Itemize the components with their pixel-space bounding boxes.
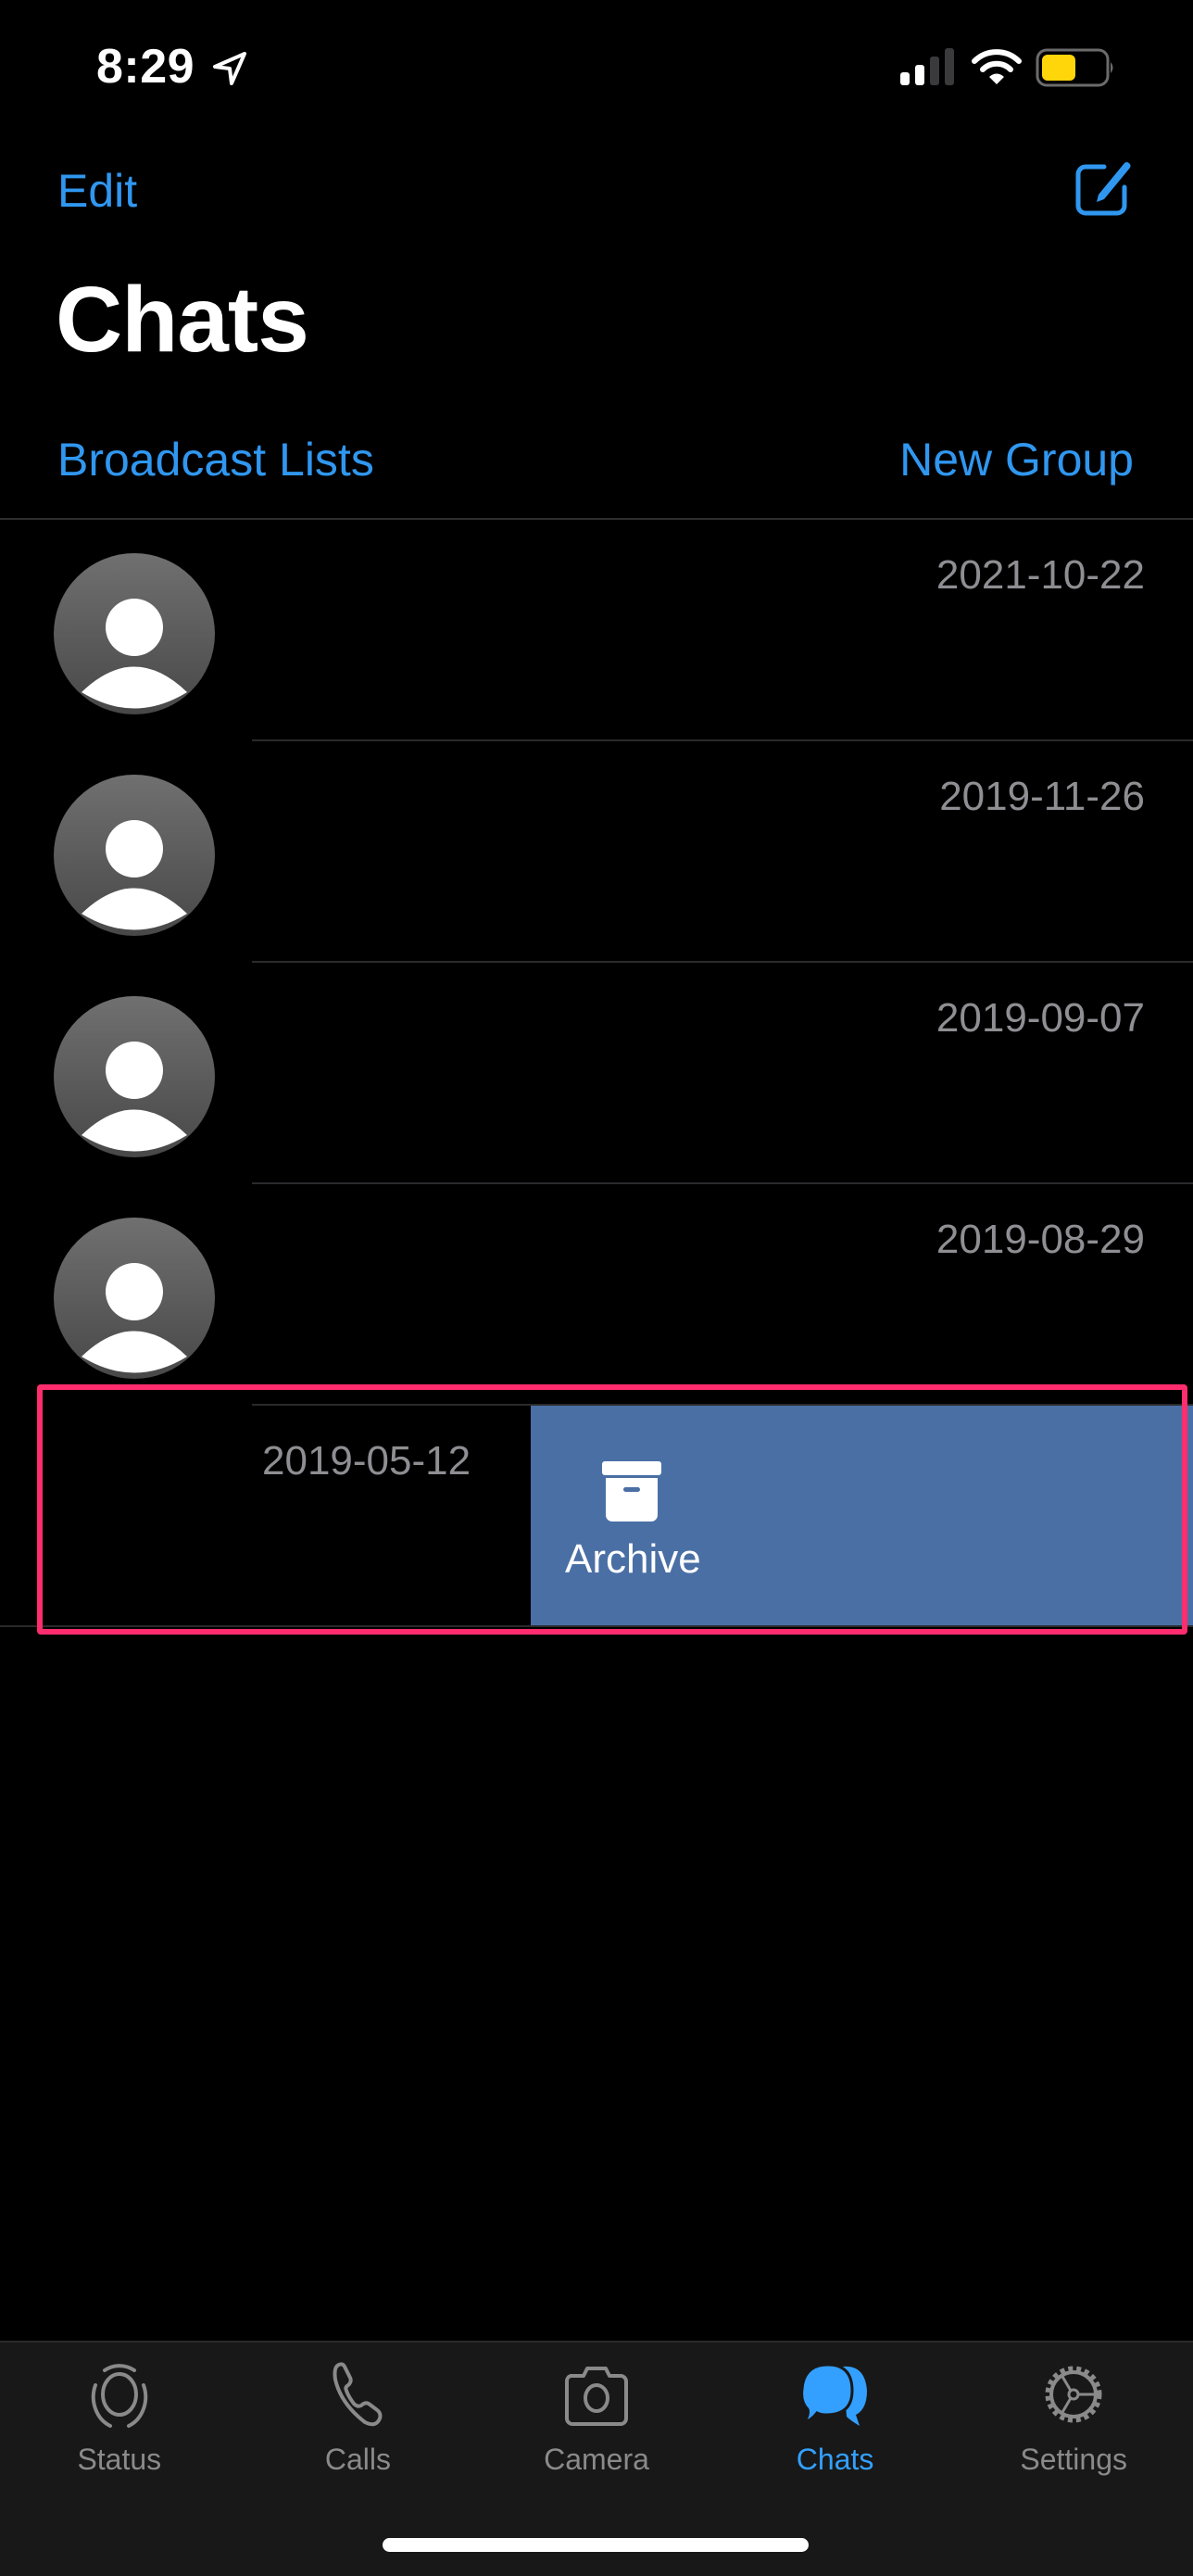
default-avatar-icon — [54, 996, 215, 1157]
default-avatar-icon — [54, 775, 215, 936]
status-time: 8:29 — [96, 40, 195, 94]
tab-label: Settings — [1020, 2443, 1127, 2476]
tab-label: Status — [77, 2443, 162, 2476]
location-arrow-icon — [213, 52, 246, 85]
page-title: Chats — [56, 268, 309, 372]
tab-camera[interactable]: Camera — [477, 2359, 716, 2489]
home-indicator[interactable] — [383, 2538, 809, 2552]
tab-chats[interactable]: Chats — [716, 2359, 955, 2489]
default-avatar-icon — [54, 1218, 215, 1379]
chat-bubbles-icon — [799, 2363, 867, 2426]
tab-calls[interactable]: Calls — [239, 2359, 478, 2489]
tab-status[interactable]: Status — [0, 2359, 239, 2489]
archive-label: Archive — [565, 1536, 701, 1582]
row-divider — [0, 1625, 1193, 1627]
chat-row[interactable]: 2019-08-29 — [0, 1184, 1193, 1406]
battery-icon — [1036, 48, 1113, 87]
tab-label: Calls — [324, 2443, 391, 2476]
default-avatar-icon — [54, 553, 215, 714]
tab-label: Camera — [544, 2443, 649, 2476]
chat-date: 2019-08-29 — [936, 1217, 1145, 1262]
phone-icon — [333, 2362, 383, 2427]
camera-icon — [564, 2367, 628, 2426]
chat-date: 2019-09-07 — [936, 995, 1145, 1041]
archive-button[interactable]: Archive — [531, 1406, 1193, 1625]
chat-date: 2019-05-12 — [262, 1438, 471, 1484]
compose-icon[interactable] — [1073, 156, 1136, 219]
chat-row[interactable]: 2019-11-26 — [0, 741, 1193, 963]
status-icon — [91, 2364, 147, 2428]
tab-settings[interactable]: Settings — [954, 2359, 1193, 2489]
broadcast-lists-link[interactable]: Broadcast Lists — [57, 432, 374, 487]
tab-label: Chats — [796, 2443, 874, 2476]
archive-box-icon — [602, 1461, 661, 1522]
gear-icon — [1045, 2366, 1102, 2423]
signal-strength-icon — [900, 48, 954, 85]
chat-date: 2019-11-26 — [939, 774, 1145, 819]
chat-row[interactable]: 2021-10-22 — [0, 520, 1193, 741]
wifi-icon — [972, 49, 1022, 84]
new-group-link[interactable]: New Group — [899, 432, 1134, 487]
chat-date: 2021-10-22 — [936, 552, 1145, 598]
chat-row[interactable]: 2019-09-07 — [0, 963, 1193, 1184]
chat-row-swiped[interactable]: 2019-05-12 Archive — [0, 1404, 1193, 1627]
edit-button[interactable]: Edit — [57, 163, 137, 219]
